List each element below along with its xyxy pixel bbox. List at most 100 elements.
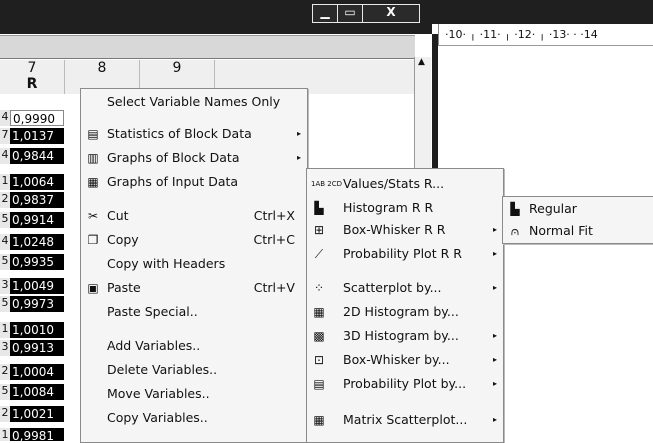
menu-item-probability-plot-by[interactable]: ▤ Probability Plot by... ▸: [307, 373, 503, 395]
shortcut-label: Ctrl+X: [253, 208, 295, 223]
menu-item-normal-fit[interactable]: ⩀ Normal Fit: [503, 220, 653, 242]
menu-item-box-whisker[interactable]: ⊞ Box-Whisker R R ▸: [307, 219, 503, 241]
menu-item-label: Add Variables..: [107, 338, 201, 353]
table-cell[interactable]: 1,0084: [10, 384, 64, 400]
menu-item-label: 3D Histogram by...: [343, 328, 459, 343]
row-number[interactable]: 1: [0, 322, 10, 338]
menu-item-label: Cut: [107, 208, 129, 223]
table-cell[interactable]: 0,9914: [10, 212, 64, 228]
menu-item-probability-plot[interactable]: ⟋ Probability Plot R R ▸: [307, 243, 503, 265]
table-cell[interactable]: 1,0248: [10, 234, 64, 250]
table-cell[interactable]: 0,9990: [10, 110, 64, 126]
copy-icon: ❐: [87, 233, 99, 247]
menu-item-label: Box-Whisker by...: [343, 352, 450, 367]
column-number: 7: [27, 60, 37, 76]
row-number[interactable]: 3: [0, 340, 10, 356]
submenu-arrow-icon: ▸: [296, 153, 301, 162]
row-number[interactable]: 2: [0, 364, 10, 380]
table-cell[interactable]: 1,0064: [10, 174, 64, 190]
menu-item-graphs-input[interactable]: ▦ Graphs of Input Data: [81, 171, 307, 193]
row-number[interactable]: 1: [0, 174, 10, 190]
submenu-arrow-icon: ▸: [492, 249, 497, 258]
menu-item-delete-variables[interactable]: Delete Variables..: [81, 359, 307, 381]
menu-item-label: Normal Fit: [529, 223, 593, 238]
report-ruler: ·10· ╷ ·11· ╷ ·12· ╷ ·13· · ·14: [438, 24, 653, 46]
table-cell[interactable]: 1,0010: [10, 322, 64, 338]
row-number[interactable]: 4: [0, 148, 10, 164]
histogram-submenu: ▙ Regular ⩀ Normal Fit: [502, 196, 653, 244]
menu-item-label: Matrix Scatterplot...: [343, 412, 468, 427]
table-cell[interactable]: 0,9973: [10, 296, 64, 312]
menu-item-copy[interactable]: ❐ Copy Ctrl+C: [81, 229, 307, 251]
minimize-button[interactable]: ▁: [312, 4, 338, 23]
menu-item-box-whisker-by[interactable]: ⊡ Box-Whisker by... ▸: [307, 349, 503, 371]
menu-item-regular[interactable]: ▙ Regular: [503, 198, 653, 220]
table-cell[interactable]: 0,9844: [10, 148, 64, 164]
menu-item-scatterplot-by[interactable]: ⁘ Scatterplot by... ▸: [307, 277, 503, 299]
menu-item-paste[interactable]: ▣ Paste Ctrl+V: [81, 277, 307, 299]
menu-item-histogram[interactable]: ▙ Histogram R R: [307, 197, 503, 219]
column-header-7[interactable]: 7 R: [0, 60, 65, 94]
row-number[interactable]: 2: [0, 192, 10, 208]
menu-item-label: 2D Histogram by...: [343, 304, 459, 319]
menu-item-label: Histogram R R: [343, 200, 434, 215]
menu-item-copy-variables[interactable]: Copy Variables..: [81, 407, 307, 429]
table-cell[interactable]: 0,9981: [10, 428, 64, 441]
table-cell[interactable]: 1,0004: [10, 364, 64, 380]
row-number[interactable]: 4: [0, 234, 10, 250]
row-number[interactable]: 7: [0, 128, 10, 144]
table-cell[interactable]: 1,0137: [10, 128, 64, 144]
menu-item-label: Graphs of Block Data: [107, 150, 240, 165]
submenu-arrow-icon: ▸: [296, 129, 301, 138]
submenu-arrow-icon: ▸: [492, 331, 497, 340]
box-whisker-by-icon: ⊡: [313, 353, 325, 367]
submenu-arrow-icon: ▸: [492, 379, 497, 388]
menu-item-values-stats[interactable]: 1AB 2CD Values/Stats R...: [307, 173, 503, 195]
submenu-arrow-icon: ▸: [492, 225, 497, 234]
shortcut-label: Ctrl+V: [253, 280, 295, 295]
row-number[interactable]: 5: [0, 296, 10, 312]
row-number[interactable]: 1: [0, 428, 10, 441]
input-graph-icon: ▦: [87, 175, 99, 189]
menu-item-label: Copy: [107, 232, 139, 247]
menu-item-copy-with-headers[interactable]: Copy with Headers: [81, 253, 307, 275]
row-number[interactable]: 5: [0, 212, 10, 228]
menu-item-add-variables[interactable]: Add Variables..: [81, 335, 307, 357]
table-cell[interactable]: 1,0049: [10, 278, 64, 294]
menu-item-select-variable-names[interactable]: Select Variable Names Only: [81, 91, 307, 113]
row-number[interactable]: 5: [0, 384, 10, 400]
block-graph-icon: ▥: [87, 151, 99, 165]
row-number[interactable]: 2: [0, 406, 10, 422]
row-number[interactable]: 4: [0, 110, 10, 126]
probability-plot-by-icon: ▤: [313, 377, 325, 391]
table-cell[interactable]: 0,9935: [10, 254, 64, 270]
values-stats-icon: 1AB 2CD: [311, 180, 343, 188]
submenu-arrow-icon: ▸: [492, 283, 497, 292]
table-cell[interactable]: 0,9913: [10, 340, 64, 356]
row-number[interactable]: 3: [0, 278, 10, 294]
menu-item-statistics-block[interactable]: ▤ Statistics of Block Data ▸: [81, 123, 307, 145]
menu-item-2d-histogram-by[interactable]: ▦ 2D Histogram by...: [307, 301, 503, 323]
table-cell[interactable]: 0,9837: [10, 192, 64, 208]
menu-item-3d-histogram-by[interactable]: ▩ 3D Histogram by... ▸: [307, 325, 503, 347]
menu-item-move-variables[interactable]: Move Variables..: [81, 383, 307, 405]
graphs-input-submenu: 1AB 2CD Values/Stats R... ▙ Histogram R …: [306, 168, 504, 443]
shortcut-label: Ctrl+C: [253, 232, 295, 247]
maximize-button[interactable]: ▭: [337, 4, 363, 23]
statistics-table-icon: ▤: [87, 127, 99, 141]
close-button[interactable]: X: [362, 4, 420, 23]
table-cell[interactable]: 1,0021: [10, 406, 64, 422]
column-number: 8: [97, 60, 107, 76]
menu-item-paste-special[interactable]: Paste Special..: [81, 301, 307, 323]
paste-clipboard-icon: ▣: [87, 281, 99, 295]
menu-item-cut[interactable]: ✂ Cut Ctrl+X: [81, 205, 307, 227]
menu-item-graphs-block[interactable]: ▥ Graphs of Block Data ▸: [81, 147, 307, 169]
menu-item-matrix-scatterplot[interactable]: ▦ Matrix Scatterplot... ▸: [307, 409, 503, 431]
menu-item-label: Probability Plot by...: [343, 376, 467, 391]
row-number[interactable]: 5: [0, 254, 10, 270]
toolbar-strip: [0, 35, 415, 59]
menu-item-label: Move Variables..: [107, 386, 210, 401]
scroll-up-arrow-icon[interactable]: ▲: [418, 57, 425, 67]
menu-item-label: Copy Variables..: [107, 410, 208, 425]
submenu-arrow-icon: ▸: [492, 355, 497, 364]
